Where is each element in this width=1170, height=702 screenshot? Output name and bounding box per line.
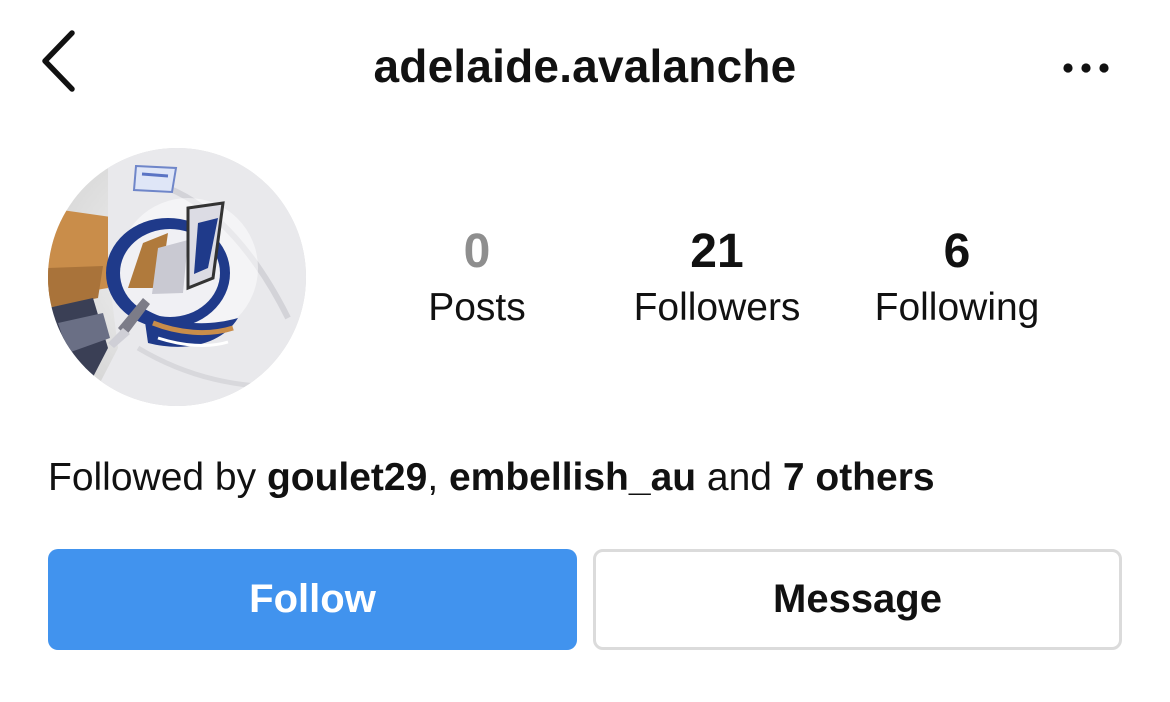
posts-count: 0 <box>463 225 491 278</box>
followers-stat[interactable]: 21 Followers <box>607 222 827 334</box>
avatar[interactable] <box>48 148 306 406</box>
followed-by-user-goulet29[interactable]: goulet29 <box>267 456 427 499</box>
following-stat[interactable]: 6 Following <box>847 222 1067 334</box>
hockey-jersey-logo-avatar <box>48 148 306 406</box>
profile-username: adelaide.avalanche <box>373 40 797 92</box>
more-options-button[interactable] <box>1052 48 1120 88</box>
following-label: Following <box>874 286 1040 329</box>
followers-label: Followers <box>633 286 801 329</box>
followed-by-text[interactable]: Followed by goulet29, embellish_au and 7… <box>48 452 935 504</box>
posts-stat[interactable]: 0 Posts <box>367 222 587 334</box>
followed-by-user-embellish-au[interactable]: embellish_au <box>449 456 696 499</box>
following-count: 6 <box>943 225 971 278</box>
followed-by-prefix: Followed by <box>48 456 267 499</box>
message-button[interactable]: Message <box>593 549 1122 650</box>
more-horizontal-icon <box>1063 63 1109 73</box>
followed-by-separator: , <box>427 456 449 499</box>
followed-by-conjunction: and <box>696 456 783 499</box>
followed-by-others[interactable]: 7 others <box>783 456 935 499</box>
follow-button[interactable]: Follow <box>48 549 577 650</box>
followers-count: 21 <box>690 225 744 278</box>
posts-label: Posts <box>428 286 526 329</box>
profile-page: adelaide.avalanche 0 Posts 21 Followers … <box>0 0 1170 702</box>
